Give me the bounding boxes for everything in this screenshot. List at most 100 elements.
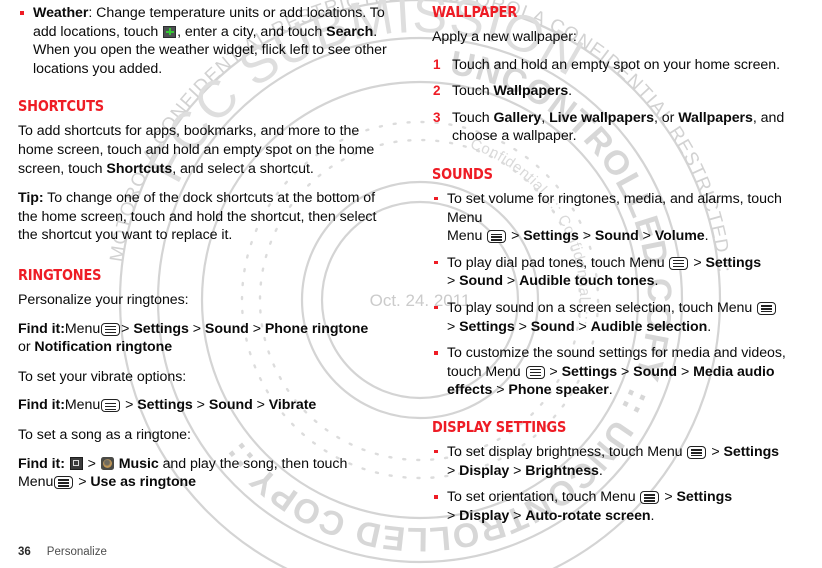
- or-word: or: [18, 339, 35, 356]
- step-number: 3: [433, 109, 441, 125]
- weather-term: Weather: [33, 5, 89, 21]
- display-settings-heading: DISPLAY SETTINGS: [432, 417, 567, 436]
- display-bullet-2: To set orientation, touch Menu > Setting…: [432, 488, 807, 525]
- phone-speaker-bold: Phone speaker: [508, 382, 609, 399]
- sound-bold: Sound: [459, 273, 504, 290]
- step-bold-live: Live wallpapers: [549, 109, 654, 126]
- gt: >: [677, 363, 694, 380]
- step-post: .: [568, 83, 573, 100]
- shortcuts-heading: SHORTCUTS: [18, 97, 104, 116]
- bullet-text: To play sound on a screen selection, tou…: [447, 299, 757, 316]
- sounds-bullet-4: To customize the sound settings for medi…: [432, 344, 807, 400]
- tip-label: Tip:: [18, 190, 44, 207]
- step-number: 1: [433, 56, 441, 72]
- sound-bold: Sound: [594, 228, 639, 245]
- sp-1: [65, 456, 69, 472]
- gt: >: [447, 273, 460, 290]
- ringtones-heading: RINGTONES: [18, 265, 102, 284]
- menu-icon: [669, 256, 689, 270]
- bullet-text: To set volume for ringtones, media, and …: [447, 190, 782, 226]
- gt: >: [514, 318, 531, 335]
- gt: >: [689, 254, 706, 271]
- bullet-text: To set display brightness, touch Menu: [447, 443, 687, 460]
- shortcuts-tip: Tip: To change one of the dock shortcuts…: [18, 189, 393, 245]
- sounds-bullet-2: To play dial pad tones, touch Menu > Set…: [432, 254, 807, 291]
- gt-1: >: [121, 320, 134, 337]
- step-bold-wallpapers: Wallpapers: [678, 109, 753, 126]
- vibrate-intro: To set your vibrate options:: [18, 368, 187, 385]
- phone-ringtone-bold: Phone ringtone: [264, 320, 369, 337]
- settings-bold: Settings: [459, 318, 515, 335]
- menu-icon: [640, 491, 660, 505]
- gt: >: [509, 462, 526, 479]
- period: .: [598, 462, 603, 479]
- gt-3: >: [248, 320, 265, 337]
- settings-bold: Settings: [523, 228, 579, 245]
- gt: >: [574, 318, 591, 335]
- audible-selection-bold: Audible selection: [590, 318, 708, 335]
- vibrate-bold: Vibrate: [268, 397, 317, 414]
- left-column: Weather: Change temperature units or add…: [18, 0, 393, 492]
- gt: >: [707, 443, 724, 460]
- find-it-label-3: Find it:: [18, 455, 65, 472]
- page-section-name: Personalize: [46, 546, 107, 558]
- gt-5: >: [192, 397, 209, 414]
- step-sep-2: , or: [653, 109, 679, 126]
- gt: >: [509, 507, 526, 524]
- menu-icon: [687, 445, 707, 459]
- brightness-bold: Brightness: [525, 462, 599, 479]
- display-bold: Display: [459, 462, 510, 479]
- period: .: [707, 318, 712, 335]
- ringtones-find-it-2: Find it:Menu > Settings > Sound > Vibrat…: [18, 396, 393, 415]
- plus-key-icon: [163, 25, 177, 38]
- notification-ringtone-bold: Notification ringtone: [34, 339, 173, 356]
- menu-icon: [101, 322, 121, 336]
- shortcuts-paragraph: To add shortcuts for apps, bookmarks, an…: [18, 122, 393, 178]
- wallpaper-step-1: 1 Touch and hold an empty spot on your ho…: [432, 56, 807, 75]
- period: .: [650, 507, 655, 524]
- settings-bold: Settings: [705, 254, 762, 271]
- gt: >: [617, 363, 634, 380]
- ringtones-intro: Personalize your ringtones:: [18, 291, 189, 308]
- ringtones-find-it-1: Find it:Menu > Settings > Sound > Phone r…: [18, 320, 393, 357]
- menu-word: Menu: [447, 228, 487, 245]
- gt: >: [447, 507, 460, 524]
- menu-icon: [487, 230, 507, 244]
- sounds-bullet-1: To set volume for ringtones, media, and …: [432, 190, 807, 246]
- gt: >: [638, 228, 655, 245]
- gt: >: [660, 489, 677, 506]
- step-bold-gallery: Gallery: [493, 109, 542, 126]
- period: .: [704, 228, 709, 245]
- music-bold: Music: [118, 455, 159, 472]
- sound-bold: Sound: [633, 363, 678, 380]
- settings-bold: Settings: [676, 489, 733, 506]
- song-ringtone-intro: To set a song as a ringtone:: [18, 426, 191, 443]
- gt-6: >: [252, 397, 269, 414]
- tip-text: To change one of the dock shortcuts at t…: [18, 190, 377, 244]
- menu-icon: [101, 399, 121, 413]
- menu-word-3: Menu: [18, 474, 54, 491]
- menu-word-2: Menu: [64, 397, 101, 414]
- settings-bold: Settings: [723, 443, 780, 460]
- sounds-bullet-3: To play sound on a screen selection, tou…: [432, 299, 807, 336]
- app-launcher-icon: [69, 456, 83, 470]
- wallpaper-step-3: 3 Touch Gallery, Live wallpapers, or Wall…: [432, 109, 807, 146]
- period: .: [608, 382, 613, 399]
- sound-bold: Sound: [530, 318, 575, 335]
- weather-text-2: , enter a city, and touch: [177, 23, 327, 40]
- manual-page: MOTOROLA CONFIDENTIAL RESTRICTED :: MOTO…: [0, 0, 822, 568]
- audible-touch-tones-bold: Audible touch tones: [519, 273, 655, 290]
- gt: >: [507, 228, 524, 245]
- music-mid-text: and play the song, then touch: [158, 455, 348, 472]
- settings-bold: Settings: [561, 363, 618, 380]
- bullet-text: To set orientation, touch Menu: [447, 489, 640, 506]
- gt: >: [503, 273, 520, 290]
- page-number: 36: [18, 546, 31, 558]
- step-sep-1: ,: [541, 109, 550, 126]
- gt: >: [447, 462, 460, 479]
- menu-icon: [757, 301, 777, 315]
- menu-icon: [54, 476, 74, 490]
- shortcuts-bold: Shortcuts: [106, 160, 173, 177]
- sound-bold-1: Sound: [204, 320, 249, 337]
- wallpaper-step-2: 2 Touch Wallpapers.: [432, 82, 807, 101]
